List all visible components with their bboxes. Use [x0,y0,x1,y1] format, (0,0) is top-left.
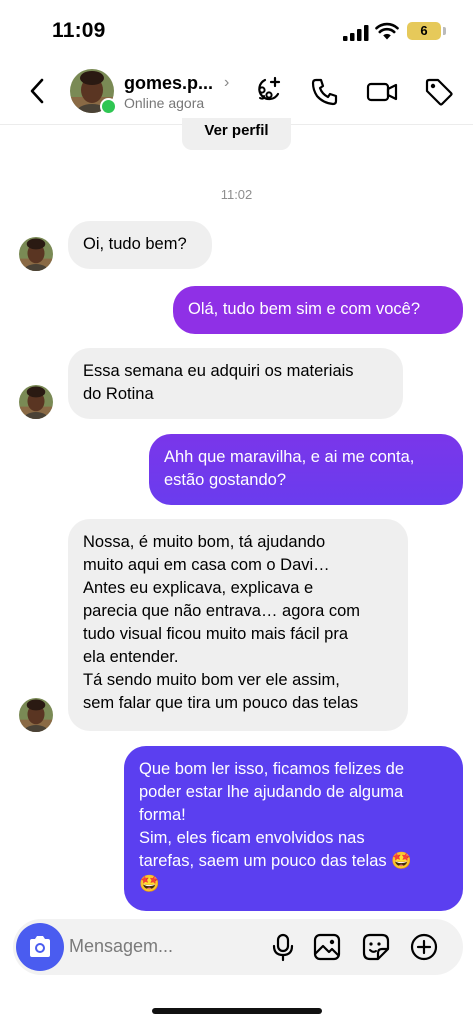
status-bar: 11:09 6 [0,0,473,60]
sticker-icon[interactable] [361,932,391,962]
camera-button[interactable] [16,923,64,971]
plus-icon[interactable] [409,932,439,962]
chevron-right-icon[interactable]: › [224,74,229,92]
camera-icon [30,936,50,957]
image-icon[interactable] [312,932,342,962]
message-bubble-incoming[interactable]: Oi, tudo bem? [68,221,212,269]
message-bubble-incoming[interactable]: Nossa, é muito bom, tá ajudando muito aq… [68,519,408,731]
message-composer [13,919,463,975]
home-indicator[interactable] [152,1008,322,1014]
battery-level: 6 [420,23,428,38]
message-input[interactable] [69,933,259,959]
avatar[interactable] [19,698,53,732]
avatar[interactable] [19,385,53,419]
message-bubble-outgoing[interactable]: Ahh que maravilha, e ai me conta, estão … [149,434,463,505]
tag-icon[interactable] [423,76,455,108]
view-profile-button[interactable]: Ver perfil [182,118,291,150]
message-bubble-outgoing[interactable]: Que bom ler isso, ficamos felizes de pod… [124,746,463,911]
add-effect-icon[interactable] [251,76,283,108]
avatar-photo-icon [19,385,53,419]
battery-icon: 6 [407,22,441,40]
avatar-photo-icon [19,698,53,732]
wifi-icon [375,22,399,40]
video-icon[interactable] [366,76,398,108]
phone-icon[interactable] [309,76,341,108]
contact-username[interactable]: gomes.p... [124,73,213,94]
back-arrow-icon[interactable] [26,76,50,106]
status-time: 11:09 [52,19,106,42]
battery-tip [443,27,446,35]
message-timestamp: 11:02 [220,187,253,202]
online-status: Online agora [124,95,205,111]
avatar[interactable] [19,237,53,271]
chat-header: gomes.p... › Online agora [0,62,473,125]
avatar-photo-icon [19,237,53,271]
online-indicator [100,98,117,115]
signal-icon [343,25,369,41]
message-bubble-incoming[interactable]: Essa semana eu adquiri os materiais do R… [68,348,403,419]
microphone-icon[interactable] [268,932,298,962]
message-bubble-outgoing[interactable]: Olá, tudo bem sim e com você? [173,286,463,334]
